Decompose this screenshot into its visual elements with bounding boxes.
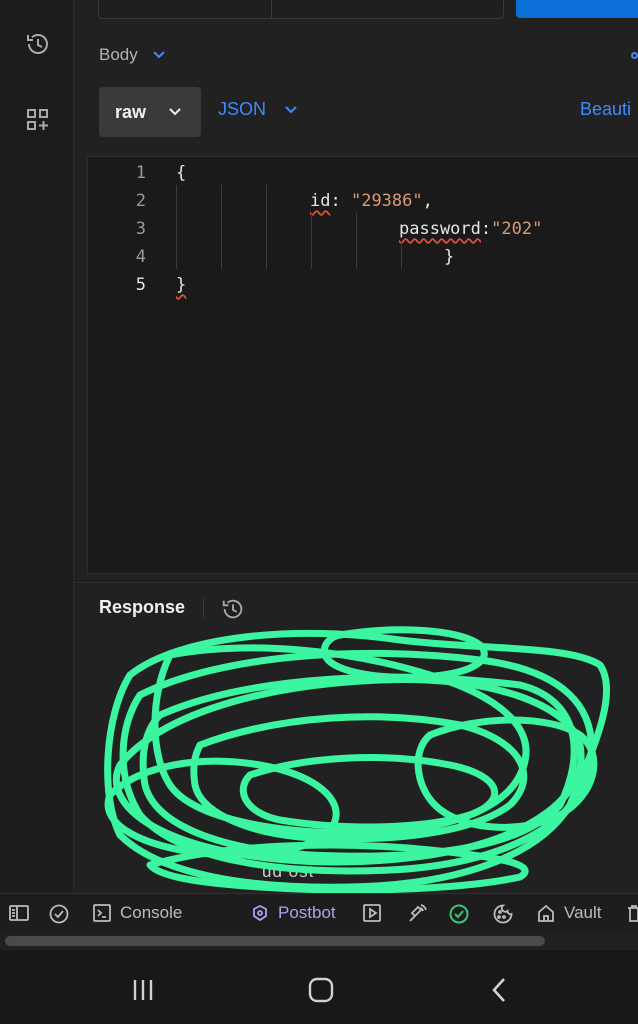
indent-guide <box>356 213 357 269</box>
editor-line: 1 { <box>88 159 638 187</box>
indent-guide <box>176 185 177 269</box>
postbot-button[interactable]: Postbot <box>250 903 336 923</box>
body-mode-dropdown[interactable]: raw <box>99 87 201 137</box>
trash-icon[interactable] <box>626 903 638 923</box>
console-button[interactable]: Console <box>92 903 182 923</box>
recent-apps-icon[interactable] <box>123 970 163 1010</box>
editor-line: 5 } <box>88 271 638 299</box>
send-button[interactable] <box>516 0 638 18</box>
runner-icon[interactable] <box>362 903 382 923</box>
response-divider <box>74 582 638 583</box>
history-icon[interactable] <box>22 28 54 60</box>
indent-guide <box>221 185 222 269</box>
home-icon[interactable] <box>301 970 341 1010</box>
close-brace: } <box>176 275 187 295</box>
cookie-icon[interactable] <box>492 903 514 925</box>
back-icon[interactable] <box>480 970 520 1010</box>
line-number: 1 <box>135 163 146 183</box>
vault-label: Vault <box>564 903 602 922</box>
body-label: Body <box>99 45 138 64</box>
vault-button[interactable]: Vault <box>536 903 602 923</box>
url-input[interactable] <box>98 0 504 19</box>
redaction-scribble <box>104 626 610 894</box>
chevron-down-icon <box>169 108 181 116</box>
vault-icon <box>538 904 554 922</box>
postbot-label: Postbot <box>278 903 336 922</box>
body-selector[interactable]: Body <box>99 45 166 65</box>
line-number: 5 <box>135 275 146 295</box>
horizontal-scrollbar[interactable] <box>5 936 545 946</box>
indent-guide <box>266 185 267 269</box>
inner-close-brace: } <box>444 247 455 267</box>
editor-line: 2 id: "29386", <box>88 187 638 215</box>
sidebar-toggle-icon[interactable] <box>8 903 30 923</box>
indent-guide <box>401 241 402 269</box>
chevron-down-icon <box>285 105 297 113</box>
line-number: 2 <box>135 191 146 211</box>
status-bar: Console Postbot Vault <box>0 893 638 933</box>
settings-dot-icon[interactable] <box>631 52 638 59</box>
json-value: "29386" <box>350 191 423 211</box>
postbot-icon <box>253 904 267 922</box>
format-dropdown[interactable]: JSON <box>218 99 298 120</box>
capture-icon[interactable] <box>406 903 428 925</box>
json-key: password <box>399 219 481 239</box>
left-sidebar <box>0 0 74 893</box>
console-icon <box>93 904 111 922</box>
sync-check-icon[interactable] <box>448 903 470 925</box>
editor-line: 4 } <box>88 243 638 271</box>
line-number: 4 <box>135 247 146 267</box>
add-collection-icon[interactable] <box>22 104 54 136</box>
beautify-button[interactable]: Beauti <box>580 99 631 120</box>
method-divider <box>271 0 272 18</box>
open-brace: { <box>176 163 187 183</box>
code-editor[interactable]: 1 { 2 id: "29386", 3 password:"202" 4 } … <box>87 156 638 574</box>
system-nav-bar <box>0 950 638 1024</box>
line-number: 3 <box>135 219 146 239</box>
check-circle-icon[interactable] <box>48 903 70 925</box>
console-label: Console <box>120 903 183 922</box>
indent-guide <box>311 213 312 269</box>
json-key: id <box>310 191 331 211</box>
body-mode-label: raw <box>115 101 147 122</box>
editor-line: 3 password:"202" <box>88 215 638 243</box>
format-label: JSON <box>218 99 267 119</box>
json-value: "202" <box>491 219 543 239</box>
chevron-down-icon <box>153 51 165 59</box>
